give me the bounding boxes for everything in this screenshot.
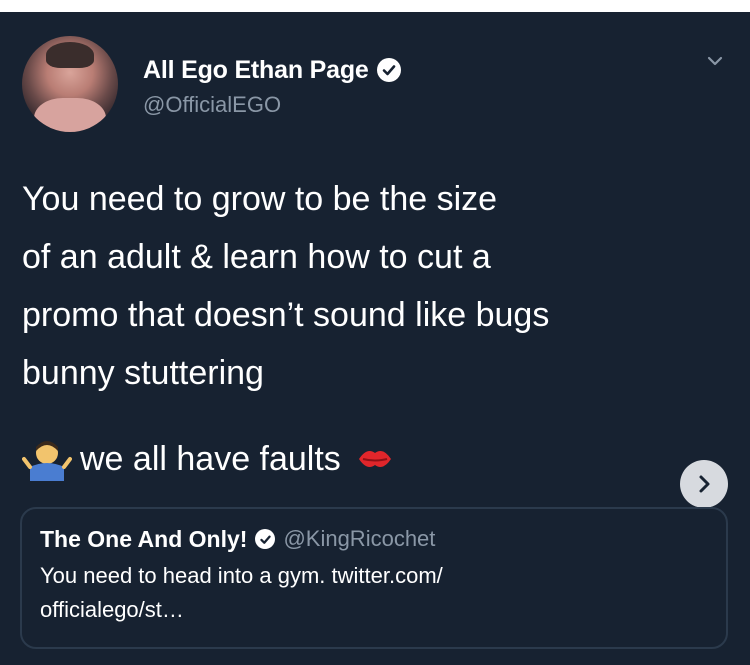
chevron-right-icon xyxy=(699,475,710,493)
quoted-display-name: The One And Only! xyxy=(40,525,248,552)
faults-text: we all have faults xyxy=(80,439,341,478)
avatar-body xyxy=(34,98,106,132)
avatar-hair xyxy=(46,42,94,68)
quoted-handle: @KingRicochet xyxy=(283,526,436,551)
tweet-line: promo that doesn’t sound like bugs xyxy=(22,296,550,334)
quoted-tweet-header: The One And Only! @KingRicochet xyxy=(40,523,435,555)
tweet-line: You need to grow to be the size xyxy=(22,180,498,218)
verified-badge-icon xyxy=(255,529,276,549)
chevron-down-icon[interactable] xyxy=(704,50,726,72)
quoted-text-line: officialego/st… xyxy=(40,597,184,622)
author-name-row: All Ego Ethan Page xyxy=(143,54,401,86)
author-display-name[interactable]: All Ego Ethan Page xyxy=(143,56,369,85)
quoted-tweet[interactable]: The One And Only! @KingRicochet You need… xyxy=(20,507,728,649)
tweet-body: You need to grow to be the size of an ad… xyxy=(22,170,712,402)
quoted-text-line: You need to head into a gym. twitter.com… xyxy=(40,563,443,588)
quoted-tweet-text: You need to head into a gym. twitter.com… xyxy=(40,559,700,627)
person-shrugging-emoji xyxy=(22,441,72,481)
kiss-mark-emoji xyxy=(358,451,391,467)
next-button[interactable] xyxy=(680,460,728,508)
tweet-faults-line: we all have faults xyxy=(22,430,395,488)
verified-badge-icon xyxy=(376,58,401,82)
tweet-line: bunny stuttering xyxy=(22,354,264,392)
tweet-card: All Ego Ethan Page @OfficialEGO You need… xyxy=(0,12,750,665)
avatar[interactable] xyxy=(22,36,118,132)
tweet-line: of an adult & learn how to cut a xyxy=(22,238,491,276)
author-handle[interactable]: @OfficialEGO xyxy=(143,92,281,118)
